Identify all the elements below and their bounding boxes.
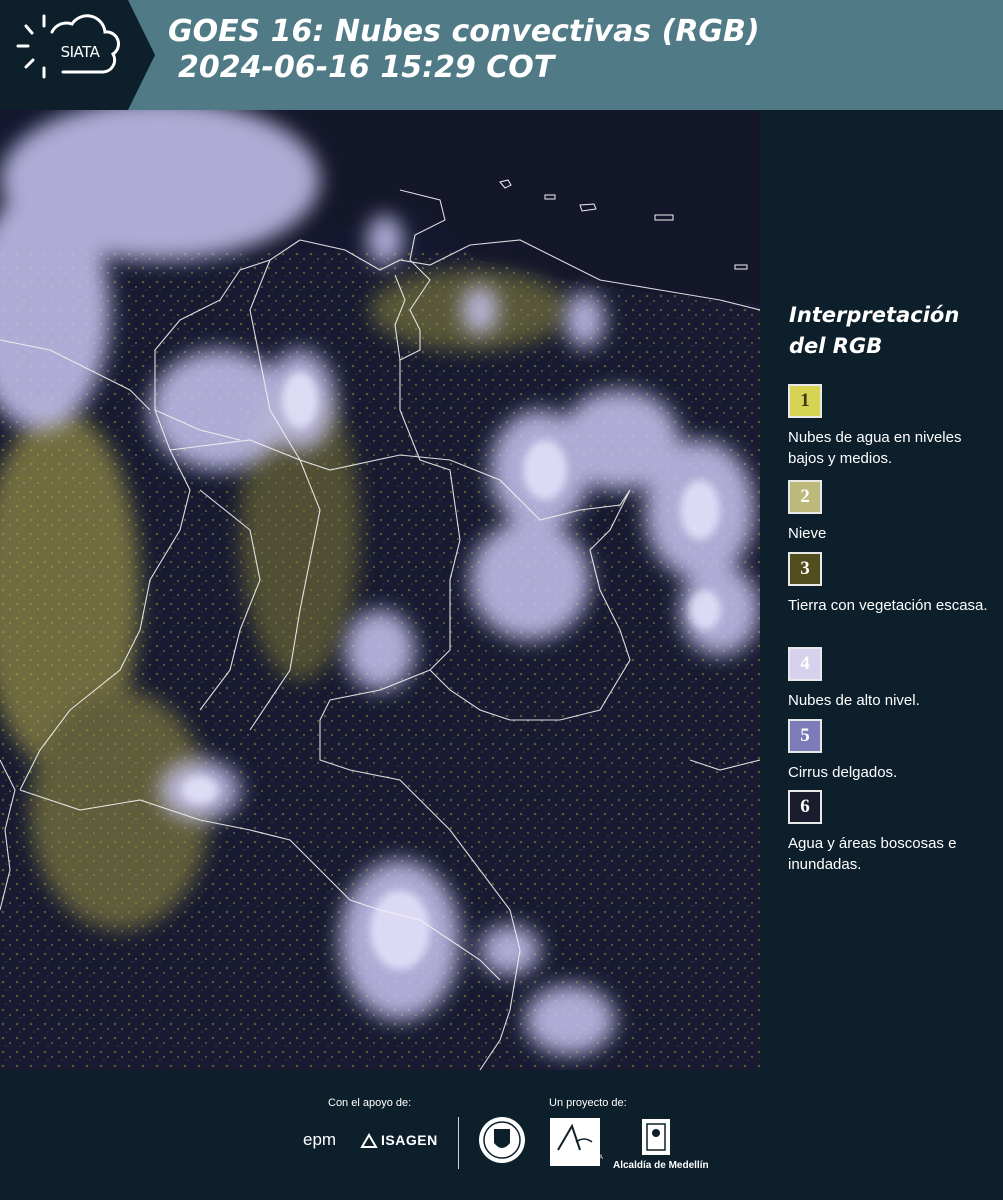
legend-item-2: 2 Nieve <box>788 480 998 544</box>
support-label: Con el apoyo de: <box>328 1097 412 1109</box>
legend-swatch-6: 6 <box>788 790 822 824</box>
project-label: Un proyecto de: <box>549 1097 627 1109</box>
epm-logo[interactable]: epm <box>303 1130 336 1150</box>
legend-item-4: 4 Nubes de alto nivel. <box>788 647 998 711</box>
legend-swatch-2: 2 <box>788 480 822 514</box>
satellite-map[interactable] <box>0 110 760 1070</box>
legend-swatch-4: 4 <box>788 647 822 681</box>
legend-label-1: Nubes de agua en niveles bajos y medios. <box>788 429 962 467</box>
legend-item-6: 6 Agua y áreas boscosas e inundadas. <box>788 790 998 875</box>
legend-item-1: 1 Nubes de agua en niveles bajos y medio… <box>788 384 998 469</box>
legend-swatch-5: 5 <box>788 719 822 753</box>
legend-label-3: Tierra con vegetación escasa. <box>788 597 988 614</box>
siata-logo[interactable]: SIATA <box>0 0 155 110</box>
legend-swatch-3: 3 <box>788 552 822 586</box>
legend-label-2: Nieve <box>788 525 827 542</box>
legend-label-5: Cirrus delgados. <box>788 764 898 781</box>
area-label: METROPOLITANA <box>552 1155 603 1161</box>
legend-title: Interpretación del RGB <box>789 303 960 358</box>
legend-label-4: Nubes de alto nivel. <box>788 692 920 709</box>
isagen-icon <box>360 1133 378 1148</box>
title-timestamp: 2024-06-16 15:29 COT <box>178 50 555 85</box>
legend-label-6: Agua y áreas boscosas e inundadas. <box>788 835 957 873</box>
alcaldia-label: Alcaldía de Medellín <box>613 1160 709 1171</box>
header-bar: SIATA GOES 16: Nubes convectivas (RGB) 2… <box>0 0 1003 110</box>
legend-swatch-1: 1 <box>788 384 822 418</box>
isagen-logo[interactable]: ISAGEN <box>381 1132 438 1148</box>
page-title: GOES 16: Nubes convectivas (RGB) 2024-06… <box>168 14 760 86</box>
alcaldia-shield-icon[interactable] <box>641 1118 671 1156</box>
title-product: GOES 16: Nubes convectivas (RGB) <box>168 14 760 49</box>
medellin-seal-icon[interactable] <box>477 1115 527 1165</box>
legend-panel: Interpretación del RGB 1 Nubes de agua e… <box>760 110 1003 1070</box>
footer-divider <box>458 1117 459 1169</box>
legend-item-3: 3 Tierra con vegetación escasa. <box>788 552 998 616</box>
legend-item-5: 5 Cirrus delgados. <box>788 719 998 783</box>
logo-text: SIATA <box>60 43 100 61</box>
footer: Con el apoyo de: Un proyecto de: epm ISA… <box>0 1070 1003 1200</box>
satellite-image <box>0 110 760 1070</box>
